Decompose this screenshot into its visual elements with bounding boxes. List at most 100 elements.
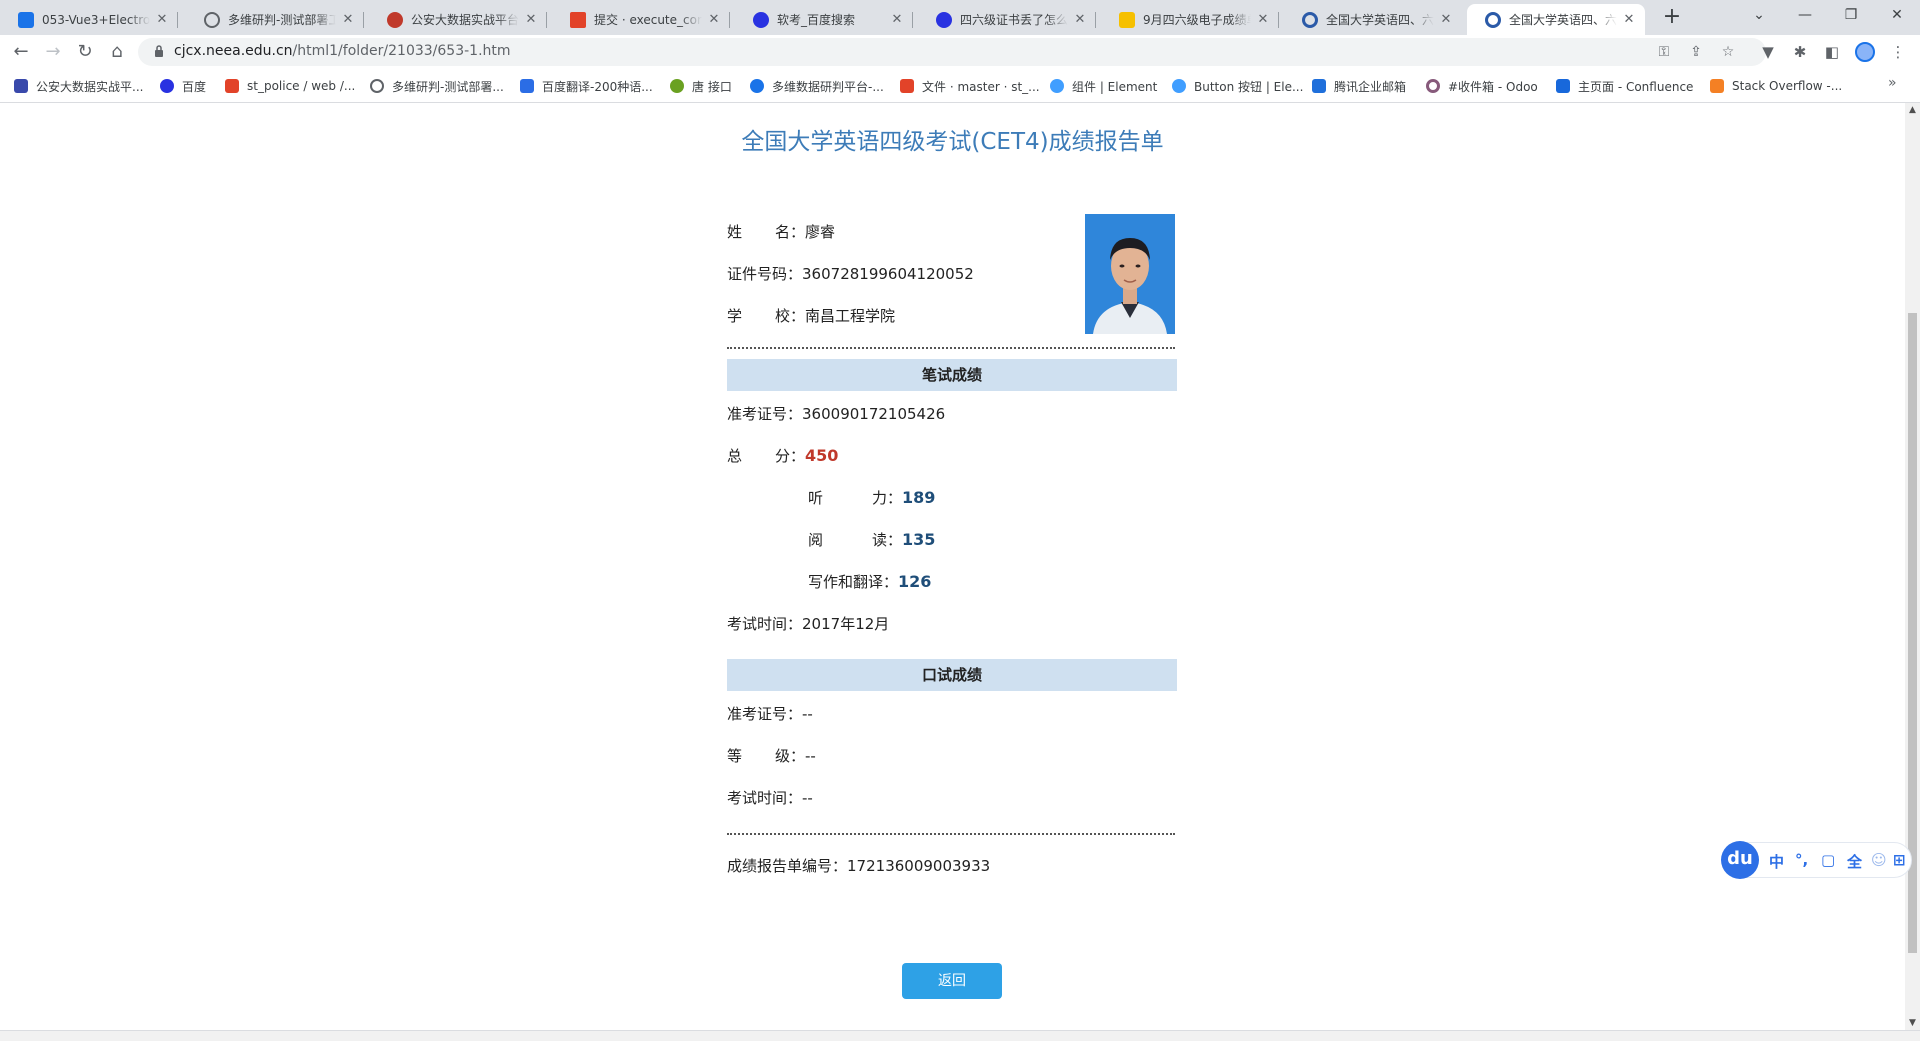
bookmark-item[interactable]: 百度翻译-200种语...: [520, 77, 653, 95]
writing-row: 写作和翻译：126: [808, 571, 931, 592]
id-row: 证件号码：360728199604120052: [727, 263, 974, 284]
side-panel-icon[interactable]: ◧: [1820, 40, 1844, 64]
exam-time-label: 考试时间：: [727, 615, 803, 633]
api-icon: [670, 79, 684, 93]
star-icon[interactable]: ☆: [1718, 42, 1738, 62]
ime-keyboard-icon[interactable]: ▢: [1821, 851, 1835, 869]
report-number-row: 成绩报告单编号：172136009003933: [727, 855, 990, 876]
scroll-up-icon[interactable]: ▲: [1905, 103, 1920, 117]
reload-icon[interactable]: ↻: [72, 39, 98, 65]
tab-search-icon[interactable]: ⌄: [1736, 0, 1782, 32]
url-text: cjcx.neea.edu.cn/html1/folder/21033/653-…: [174, 43, 511, 59]
close-icon[interactable]: ✕: [889, 12, 905, 27]
home-icon[interactable]: ⌂: [104, 39, 130, 65]
translate-icon: [520, 79, 534, 93]
close-icon[interactable]: ✕: [154, 12, 170, 27]
bookmark-label: 百度: [182, 79, 207, 94]
share-icon[interactable]: ⇪: [1686, 42, 1706, 62]
vertical-scrollbar[interactable]: ▲ ▼: [1905, 103, 1920, 1030]
url-path: /html1/folder/21033/653-1.htm: [292, 43, 511, 59]
bookmark-item[interactable]: 多维数据研判平台-...: [750, 77, 884, 95]
ticket-label: 准考证号：: [727, 405, 803, 423]
bookmark-item[interactable]: 组件 | Element: [1050, 77, 1157, 95]
bookmark-item[interactable]: 公安大数据实战平...: [14, 77, 143, 95]
browser-tab[interactable]: 053-Vue3+Electron1 ✕: [0, 4, 178, 35]
bookmark-item[interactable]: 腾讯企业邮箱: [1312, 77, 1406, 95]
bookmark-item[interactable]: 文件 · master · st_...: [900, 77, 1040, 95]
address-bar[interactable]: cjcx.neea.edu.cn/html1/folder/21033/653-…: [138, 38, 1766, 66]
bookmark-item[interactable]: 多维研判-测试部署...: [370, 77, 504, 95]
bookmark-item[interactable]: Button 按钮 | Ele...: [1172, 77, 1303, 95]
bookmark-item[interactable]: st_police / web /...: [225, 77, 355, 95]
bookmark-item[interactable]: 百度: [160, 77, 206, 95]
bottom-strip: [0, 1030, 1920, 1041]
more-bookmarks-icon[interactable]: »: [1888, 75, 1897, 91]
ime-punctuation-icon[interactable]: °,: [1795, 851, 1808, 869]
oral-ticket-row: 准考证号：--: [727, 703, 813, 724]
close-icon[interactable]: ✕: [1438, 12, 1454, 27]
globe-icon: [370, 79, 384, 93]
browser-tab[interactable]: 软考_百度搜索 ✕: [735, 4, 913, 35]
menu-kebab-icon[interactable]: ⋮: [1886, 40, 1910, 64]
extension-vue-icon[interactable]: ▼: [1756, 40, 1780, 64]
ticket-row: 准考证号：360090172105426: [727, 403, 945, 424]
tab-strip: 053-Vue3+Electron1 ✕ 多维研判-测试部署工具 ✕ 公安大数据…: [0, 0, 1920, 35]
confluence-icon: [1556, 79, 1570, 93]
browser-toolbar: ← → ↻ ⌂ cjcx.neea.edu.cn/html1/folder/21…: [0, 35, 1920, 69]
ime-fullwidth-mode[interactable]: 全: [1847, 851, 1862, 872]
close-icon[interactable]: ✕: [340, 12, 356, 27]
exam-time-row: 考试时间：2017年12月: [727, 613, 889, 634]
new-tab-button[interactable]: +: [1658, 4, 1686, 32]
school-name: 南昌工程学院: [805, 307, 896, 325]
ime-grid-icon[interactable]: ⊞: [1893, 851, 1906, 869]
profile-avatar-icon[interactable]: [1855, 42, 1875, 62]
url-host: cjcx.neea.edu.cn: [174, 43, 293, 59]
candidate-name: 廖睿: [805, 223, 836, 241]
browser-tab[interactable]: 多维研判-测试部署工具 ✕: [186, 4, 364, 35]
bookmark-label: 腾讯企业邮箱: [1334, 79, 1407, 94]
browser-tab-active[interactable]: 全国大学英语四、六级 ✕: [1467, 4, 1645, 35]
bookmark-label: #收件箱 - Odoo: [1448, 79, 1538, 94]
browser-tab[interactable]: 提交 · execute_contract ✕: [552, 4, 730, 35]
close-icon[interactable]: ✕: [523, 12, 539, 27]
ime-chinese-mode[interactable]: 中: [1769, 851, 1784, 872]
close-icon[interactable]: ✕: [1072, 12, 1088, 27]
close-icon[interactable]: ✕: [706, 12, 722, 27]
bookmark-label: 公安大数据实战平...: [36, 79, 144, 94]
forward-arrow-icon[interactable]: →: [40, 39, 66, 65]
restore-button[interactable]: ❐: [1828, 0, 1874, 32]
close-window-button[interactable]: ✕: [1874, 0, 1920, 32]
id-label: 证件号码：: [727, 265, 803, 283]
police-badge-icon: [387, 11, 403, 28]
writing-label: 写作和翻译：: [808, 573, 899, 591]
browser-tab[interactable]: 9月四六级电子成绩单 ✕: [1101, 4, 1279, 35]
total-label-a: 总: [727, 447, 743, 465]
close-icon[interactable]: ✕: [1255, 12, 1271, 27]
name-label-a: 姓: [727, 223, 743, 241]
minimize-button[interactable]: —: [1782, 0, 1828, 32]
scroll-down-icon[interactable]: ▼: [1905, 1016, 1920, 1030]
school-label-a: 学: [727, 307, 743, 325]
browser-tab[interactable]: 公安大数据实战平台 ✕: [369, 4, 547, 35]
ime-user-icon[interactable]: ☺: [1871, 851, 1887, 869]
bookmark-item[interactable]: Stack Overflow -...: [1710, 77, 1842, 95]
bookmark-item[interactable]: 主页面 - Confluence: [1556, 77, 1693, 95]
tab-title: 多维研判-测试部署工具: [228, 13, 336, 27]
bookmark-item[interactable]: #收件箱 - Odoo: [1426, 77, 1538, 95]
tab-title: 四六级证书丢了怎么办: [960, 13, 1068, 27]
page-content: 全国大学英语四级考试(CET4)成绩报告单 姓 名：廖睿 证件号码：3607281…: [0, 103, 1905, 1030]
bookmark-label: st_police / web /...: [247, 79, 356, 93]
extensions-puzzle-icon[interactable]: ✱: [1788, 40, 1812, 64]
browser-tab[interactable]: 四六级证书丢了怎么办 ✕: [918, 4, 1096, 35]
baidu-ime-logo-icon[interactable]: du: [1721, 841, 1759, 879]
back-arrow-icon[interactable]: ←: [8, 39, 34, 65]
key-icon[interactable]: ⚿: [1654, 42, 1674, 62]
browser-tab[interactable]: 全国大学英语四、六级 ✕: [1284, 4, 1462, 35]
return-button[interactable]: 返回: [902, 963, 1002, 999]
bookmark-label: 文件 · master · st_...: [922, 79, 1040, 94]
bookmark-label: 百度翻译-200种语...: [542, 79, 653, 94]
bookmark-item[interactable]: 唐 接口: [670, 77, 732, 95]
close-icon[interactable]: ✕: [1621, 12, 1637, 27]
reading-score: 135: [902, 530, 936, 549]
ime-toolbar[interactable]: du 中 °, ▢ 全 ☺ ⊞: [1721, 841, 1912, 879]
